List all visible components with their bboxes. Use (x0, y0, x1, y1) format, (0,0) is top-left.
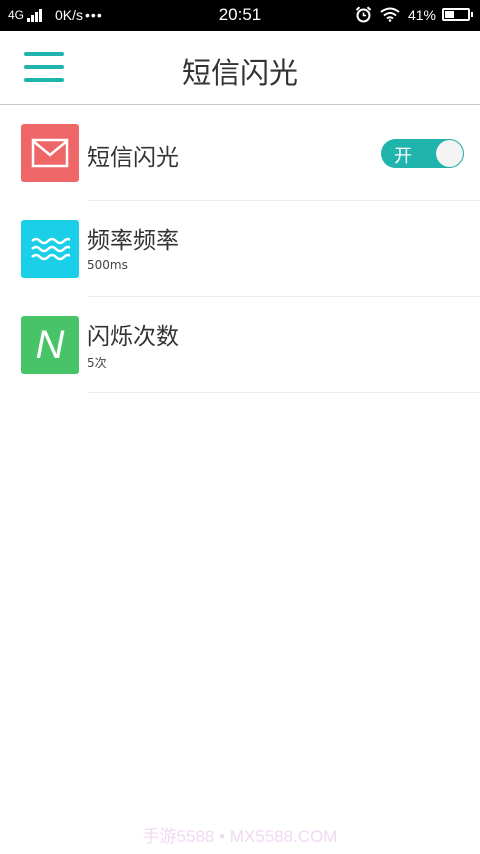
battery-level-fill (445, 11, 454, 18)
app-header: 短信闪光 (0, 31, 480, 105)
watermark: 手游5588 • MX5588.COM (142, 827, 338, 846)
item-title: 频率频率 (87, 228, 179, 254)
list-item-flash-count[interactable]: N 闪烁次数 5次 (0, 297, 480, 393)
alarm-icon (355, 6, 372, 23)
envelope-icon (21, 124, 79, 182)
list-item-sms-flash[interactable]: 短信闪光 开 (0, 105, 480, 201)
letter-n-icon: N (21, 316, 79, 374)
item-title: 短信闪光 (87, 145, 179, 171)
wave-icon (21, 220, 79, 278)
toggle-knob (436, 140, 463, 167)
item-subtitle: 5次 (87, 356, 107, 370)
status-right: 41% (355, 6, 473, 23)
icon-letter: N (35, 323, 65, 367)
item-title: 闪烁次数 (87, 324, 179, 350)
battery-percent: 41% (407, 6, 436, 23)
sms-flash-toggle[interactable]: 开 (381, 139, 464, 168)
settings-list: 短信闪光 开 频率频率 500ms N 闪烁次数 5次 (0, 105, 480, 393)
toggle-label: 开 (394, 146, 412, 167)
status-bar: 4G 0K/s ••• 20:51 41% (0, 0, 480, 31)
item-subtitle: 500ms (87, 258, 128, 272)
wifi-icon (380, 7, 400, 22)
battery-icon (442, 8, 473, 21)
divider (87, 392, 480, 393)
list-item-frequency[interactable]: 频率频率 500ms (0, 201, 480, 297)
page-title: 短信闪光 (181, 56, 298, 90)
